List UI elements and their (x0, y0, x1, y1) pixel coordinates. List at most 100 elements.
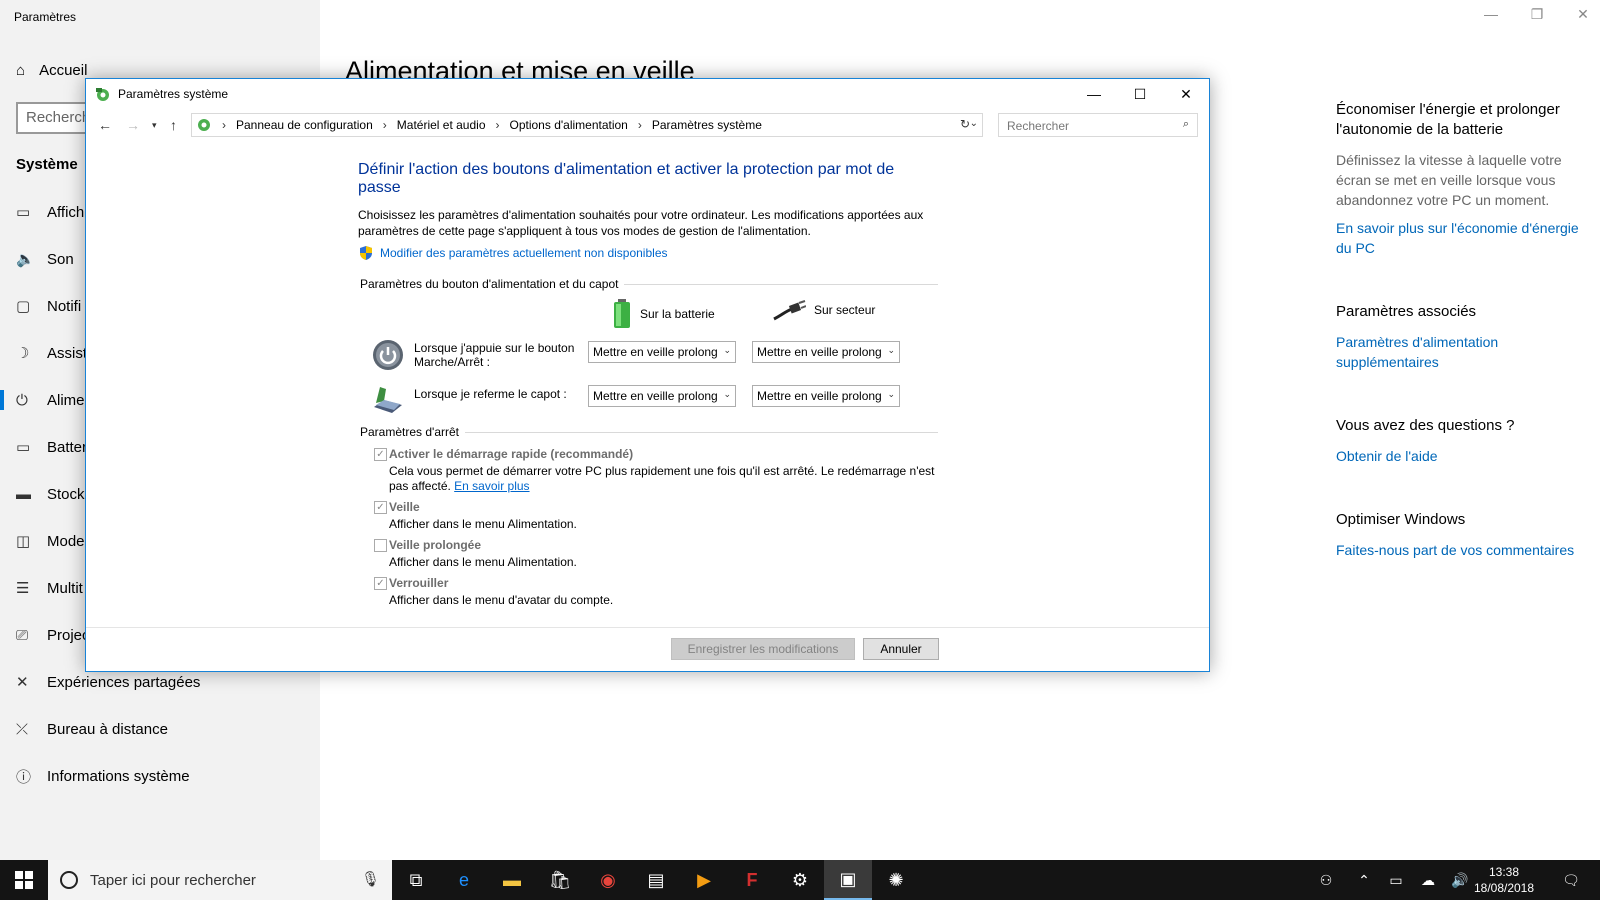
shared-icon: ✕ (16, 674, 29, 691)
lid-plugged-select[interactable]: Mettre en veille prolong ⌄ (752, 385, 900, 407)
address-dropdown-icon[interactable]: ⌄ (970, 118, 978, 129)
breadcrumb-power-options[interactable]: Options d'alimentation (510, 118, 628, 132)
notification-icon: ▢ (16, 298, 31, 315)
optimize-heading: Optimiser Windows (1336, 511, 1466, 528)
chevron-down-icon: ⌄ (723, 389, 731, 399)
speaker-icon: 🔈 (16, 251, 35, 268)
power-button-label: Lorsque j'appuie sur le bouton Marche/Ar… (414, 341, 575, 369)
power-button-row: Lorsque j'appuie sur le bouton Marche/Ar… (358, 335, 938, 379)
file-explorer-icon[interactable]: ▬ (488, 860, 536, 900)
feedback-link[interactable]: Faites-nous part de vos commentaires (1336, 540, 1586, 560)
chrome-icon[interactable]: ◉ (584, 860, 632, 900)
questions-heading: Vous avez des questions ? (1336, 417, 1515, 434)
chevron-up-icon[interactable]: ⌃ (1352, 860, 1376, 900)
lock-checkbox[interactable]: ✓ (374, 577, 387, 590)
restore-icon[interactable]: ❐ (1522, 6, 1552, 23)
breadcrumb-chevron-icon: › (495, 118, 500, 132)
people-icon[interactable]: ⚇ (1312, 860, 1340, 900)
uac-shield-icon (360, 246, 372, 260)
lid-battery-select[interactable]: Mettre en veille prolong ⌄ (588, 385, 736, 407)
taskbar-search-input[interactable]: Taper ici pour rechercher 🎙 (48, 860, 392, 900)
remote-icon: ⤫ (16, 720, 29, 738)
dialog-heading: Définir l'action des boutons d'alimentat… (358, 161, 895, 196)
app-window-icon[interactable]: ▤ (632, 860, 680, 900)
action-center-icon[interactable]: 🗨 (1556, 860, 1586, 900)
save-changes-button[interactable]: Enregistrer les modifications (671, 638, 855, 660)
fast-startup-option: ✓ Activer le démarrage rapide (recommand… (374, 447, 938, 494)
cortana-icon (60, 871, 78, 889)
control-panel-taskbar-icon[interactable]: ▣ (824, 860, 872, 900)
breadcrumb-chevron-icon: › (382, 118, 387, 132)
back-arrow-icon[interactable]: ← (98, 117, 112, 133)
edge-icon[interactable]: e (440, 860, 488, 900)
breadcrumb-hardware-sound[interactable]: Matériel et audio (397, 118, 486, 132)
breadcrumb-chevron-icon: › (222, 118, 226, 132)
start-button[interactable] (0, 860, 48, 900)
dialog-maximize-icon[interactable]: ☐ (1117, 79, 1163, 109)
system-clock[interactable]: 13:38 18/08/2018 (1468, 864, 1540, 896)
chevron-down-icon: ⌄ (723, 345, 731, 355)
close-icon[interactable]: ✕ (1568, 6, 1598, 23)
dialog-title: Paramètres système (118, 87, 229, 101)
lock-desc: Afficher dans le menu d'avatar du compte… (389, 593, 614, 607)
onedrive-icon[interactable]: ☁ (1416, 860, 1440, 900)
recent-pages-icon[interactable]: ▾ (152, 120, 157, 131)
up-arrow-icon[interactable]: ↑ (170, 117, 177, 133)
breadcrumb-chevron-icon: › (637, 118, 642, 132)
save-energy-text: Définissez la vitesse à laquelle votre é… (1336, 152, 1562, 208)
shutdown-section-title: Paramètres d'arrêt (358, 425, 938, 439)
breadcrumb-system-settings[interactable]: Paramètres système (652, 118, 762, 132)
dialog-close-icon[interactable]: ✕ (1163, 79, 1209, 109)
power-button-plugged-select[interactable]: Mettre en veille prolong ⌄ (752, 341, 900, 363)
dialog-minimize-icon[interactable]: — (1071, 79, 1117, 109)
fast-startup-desc: Cela vous permet de démarrer votre PC pl… (389, 464, 935, 493)
power-button-battery-select[interactable]: Mettre en veille prolong ⌄ (588, 341, 736, 363)
taskbar: Taper ici pour rechercher 🎙 ⧉ e ▬ 🛍 ◉ ▤ … (0, 860, 1600, 900)
save-energy-heading: Économiser l'énergie et prolonger l'auto… (1336, 101, 1560, 138)
sleep-checkbox[interactable]: ✓ (374, 501, 387, 514)
hibernate-checkbox[interactable] (374, 539, 387, 552)
info-icon: ⓘ (16, 768, 32, 786)
battery-icon: ▭ (16, 439, 31, 456)
forward-arrow-icon[interactable]: → (126, 117, 140, 133)
hibernate-desc: Afficher dans le menu Alimentation. (389, 555, 577, 569)
microphone-icon[interactable]: 🎙 (361, 870, 380, 888)
task-view-icon[interactable]: ⧉ (392, 860, 440, 900)
fast-startup-checkbox[interactable]: ✓ (374, 448, 387, 461)
learn-more-link[interactable]: En savoir plus (454, 479, 529, 493)
monitor-icon: ▭ (16, 204, 31, 221)
minimize-icon[interactable]: — (1476, 6, 1506, 22)
dialog-description: Choisissez les paramètres d'alimentation… (358, 208, 924, 238)
address-bar[interactable]: › Panneau de configuration › Matériel et… (191, 113, 983, 137)
nav-item-remote-desktop[interactable]: ⤫ Bureau à distance (0, 713, 320, 745)
power-button-icon (373, 340, 403, 370)
settings-gear-icon[interactable]: ⚙ (776, 860, 824, 900)
battery-tray-icon[interactable]: ▭ (1384, 860, 1408, 900)
home-link[interactable]: ⌂ Accueil (16, 62, 87, 79)
control-panel-search-input[interactable]: Rechercher ⌕ (998, 113, 1198, 137)
nav-item-about[interactable]: ⓘ Informations système (0, 760, 320, 792)
sleep-label: Veille (389, 500, 420, 514)
cancel-button[interactable]: Annuler (863, 638, 939, 660)
project-icon: ⎚ (16, 626, 29, 644)
store-icon[interactable]: 🛍 (536, 860, 584, 900)
filezilla-icon[interactable]: F (728, 860, 776, 900)
column-headers: Sur la batterie Sur secteur (358, 299, 938, 335)
breadcrumb-control-panel[interactable]: Panneau de configuration (236, 118, 373, 132)
additional-power-settings-link[interactable]: Paramètres d'alimentation supplémentaire… (1336, 332, 1586, 372)
save-energy-link[interactable]: En savoir plus sur l'économie d'énergie … (1336, 218, 1586, 258)
refresh-icon[interactable]: ↻ (960, 117, 970, 131)
power-plug-icon (773, 300, 806, 321)
system-settings-dialog: Paramètres système — ☐ ✕ ← → ▾ ↑ › Panne… (85, 78, 1210, 672)
dialog-titlebar[interactable]: Paramètres système — ☐ ✕ (86, 79, 1209, 109)
media-player-icon[interactable]: ▶ (680, 860, 728, 900)
storage-icon: ▬ (16, 485, 31, 503)
get-help-link[interactable]: Obtenir de l'aide (1336, 446, 1586, 466)
power-options-taskbar-icon[interactable]: ✺ (872, 860, 920, 900)
laptop-lid-icon (374, 387, 402, 413)
clock-date: 18/08/2018 (1473, 881, 1535, 895)
battery-icon (614, 299, 630, 328)
change-unavailable-settings-link[interactable]: Modifier des paramètres actuellement non… (358, 245, 938, 261)
plugged-in-column-header: Sur secteur (772, 299, 875, 321)
chevron-down-icon: ⌄ (887, 389, 895, 399)
